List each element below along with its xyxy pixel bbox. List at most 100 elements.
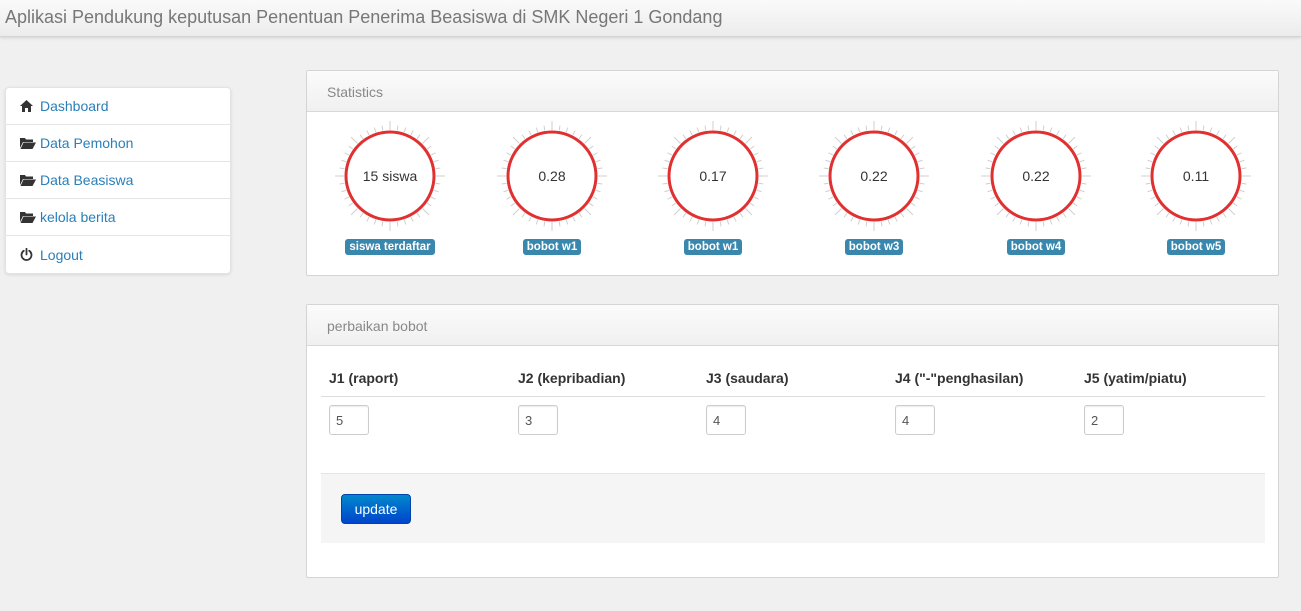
folder-open-icon	[20, 137, 40, 149]
gauge-tick	[834, 208, 842, 216]
gauge-tick	[435, 182, 441, 185]
power-icon	[20, 248, 40, 261]
gauge-tick	[828, 196, 834, 200]
gauge-tick	[595, 189, 601, 193]
gauge-tick	[1147, 189, 1153, 193]
gauge-tick	[1049, 219, 1053, 225]
gauge-tick	[1012, 130, 1016, 136]
gauge-tick	[990, 152, 996, 156]
update-button[interactable]: update	[341, 494, 411, 524]
gauge-tick	[592, 152, 598, 156]
gauge-tick	[756, 159, 762, 163]
gauge-tick	[900, 134, 905, 140]
gauge-tick	[359, 134, 364, 140]
folder-open-icon	[20, 211, 40, 223]
perbaikan-bobot-panel: perbaikan bobot J1 (raport) J2 (kepribad…	[306, 304, 1279, 578]
j1-raport-input[interactable]	[329, 405, 369, 435]
gauge-tick	[825, 189, 831, 193]
gauge-tick	[987, 159, 993, 163]
gauge-tick	[823, 182, 829, 185]
j3-saudara-input[interactable]	[706, 405, 746, 435]
gauge-label: bobot w1	[683, 239, 743, 255]
gauge-tick	[348, 202, 354, 207]
j4-penghasilan-input[interactable]	[895, 405, 935, 435]
gauge-tick	[592, 196, 598, 200]
gauge-tick	[381, 221, 384, 227]
app-title[interactable]: Aplikasi Pendukung keputusan Penentuan P…	[5, 7, 722, 28]
gauge-tick	[588, 202, 594, 207]
gauge-tick	[985, 182, 991, 185]
gauge-tick	[832, 145, 838, 150]
j2-kepribadian-input[interactable]	[518, 405, 558, 435]
gauge-tick	[558, 221, 561, 227]
gauge-tick	[528, 216, 532, 222]
gauge-tick	[521, 212, 526, 218]
gauge-tick	[1216, 130, 1220, 136]
gauge-tick	[994, 202, 1000, 207]
gauge-tick	[1145, 167, 1151, 170]
gauge-tick	[543, 221, 546, 227]
gauge-dial: 0.22	[981, 121, 1091, 231]
gauge-tick	[753, 196, 759, 200]
gauge-tick	[410, 216, 414, 222]
sidebar-item-data-beasiswa[interactable]: Data Beasiswa	[6, 162, 230, 199]
gauge-tick	[733, 216, 737, 222]
gauge-tick	[689, 216, 693, 222]
gauge-tick	[1241, 182, 1247, 185]
sidebar-item-label: Data Pemohon	[40, 135, 134, 151]
gauge-tick	[1222, 212, 1227, 218]
gauge-bobot-w1: 0.28 bobot w1	[487, 121, 617, 255]
gauge-tick	[857, 219, 861, 225]
gauge-tick	[726, 127, 730, 133]
column-j5: J5 (yatim/piatu)	[1084, 370, 1264, 386]
sidebar-item-logout[interactable]: Logout	[6, 236, 230, 273]
gauge-tick	[1222, 134, 1227, 140]
gauge-tick	[1005, 212, 1010, 218]
gauge-tick	[682, 212, 687, 218]
gauge-tick	[510, 202, 516, 207]
gauge-tick	[366, 130, 370, 136]
gauge-tick	[535, 127, 539, 133]
gauge-tick	[1239, 189, 1245, 193]
gauge-dial: 0.22	[819, 121, 929, 231]
sidebar-item-dashboard[interactable]: Dashboard	[6, 88, 230, 125]
gauge-tick	[1049, 127, 1053, 133]
gauge-tick	[348, 145, 354, 150]
gauge-tick	[667, 152, 673, 156]
sidebar-item-data-pemohon[interactable]: Data Pemohon	[6, 125, 230, 162]
gauge-tick	[373, 127, 377, 133]
gauge-tick	[565, 219, 569, 225]
column-j1: J1 (raport)	[329, 370, 509, 386]
gauge-tick	[894, 216, 898, 222]
gauge-tick	[1228, 208, 1236, 216]
gauge-tick	[430, 152, 436, 156]
gauge-tick	[430, 196, 436, 200]
gauge-tick	[843, 134, 848, 140]
gauge-tick	[910, 145, 916, 150]
gauge-label: siswa terdaftar	[345, 239, 435, 255]
gauge-label: bobot w5	[1166, 239, 1226, 255]
gauge-tick	[1081, 167, 1087, 170]
j5-yatim-piatu-input[interactable]	[1084, 405, 1124, 435]
gauge-tick	[1232, 145, 1238, 150]
gauge-tick	[1081, 182, 1087, 185]
gauge-tick	[1012, 216, 1016, 222]
gauge-tick	[749, 202, 755, 207]
gauge-bobot-w4: 0.22 bobot w4	[971, 121, 1101, 255]
sidebar-item-kelola-berita[interactable]: kelola berita	[6, 199, 230, 236]
gauge-tick	[987, 189, 993, 193]
gauge-tick	[671, 145, 677, 150]
gauge-tick	[1150, 152, 1156, 156]
gauge-tick	[914, 152, 920, 156]
gauge-tick	[426, 145, 432, 150]
gauge-tick	[894, 130, 898, 136]
gauge-value: 0.22	[860, 168, 887, 184]
gauge-tick	[366, 216, 370, 222]
gauge-tick	[1056, 216, 1060, 222]
gauge-tick	[662, 167, 668, 170]
gauge-tick	[1147, 159, 1153, 163]
gauge-tick	[1236, 196, 1242, 200]
gauge-siswa-terdaftar: 15 siswa siswa terdaftar	[325, 121, 455, 255]
gauge-tick	[595, 159, 601, 163]
gauge-tick	[1209, 127, 1213, 133]
